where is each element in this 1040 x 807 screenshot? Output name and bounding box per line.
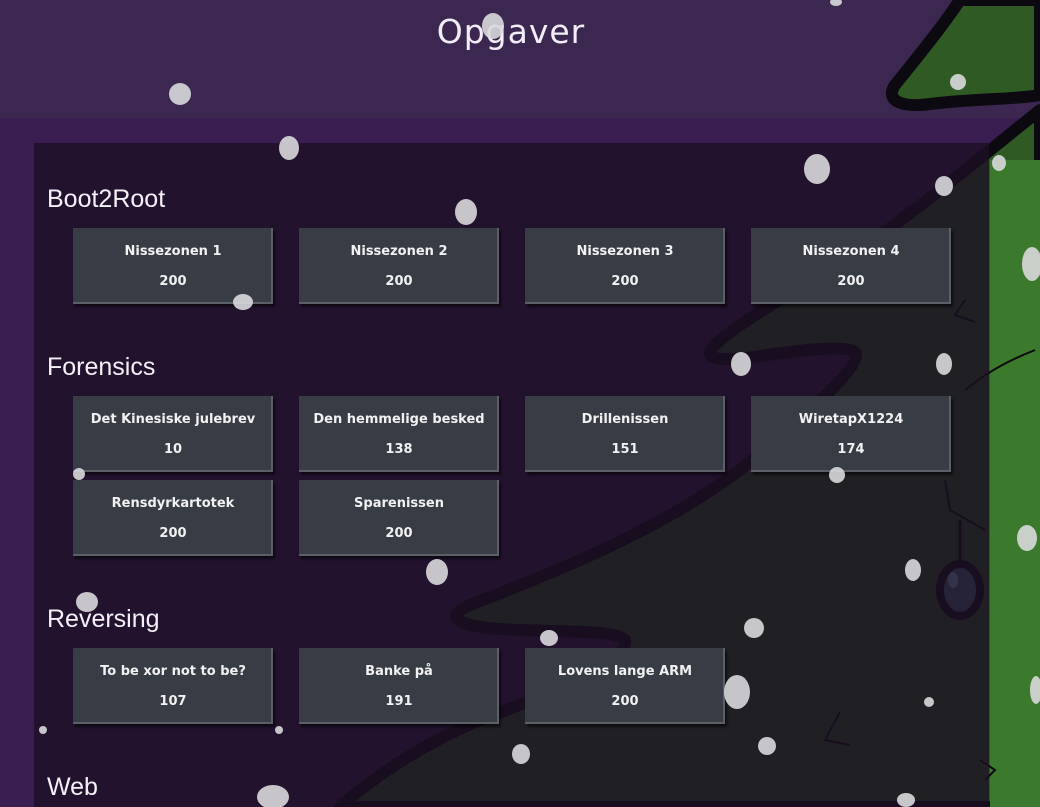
category-title-boot2root: Boot2Root [47,185,166,213]
challenge-points: 10 [163,442,183,457]
challenge-name: Drillenissen [581,412,669,427]
challenge-points: 200 [159,274,187,289]
challenge-points: 107 [159,694,187,709]
challenge-name: Nissezonen 4 [802,244,900,259]
page-title: Opgaver [436,12,586,51]
challenge-board: Boot2Root Nissezonen 1 200 Nissezonen 2 … [34,143,989,807]
challenge-card-nissezonen-3[interactable]: Nissezonen 3 200 [525,228,725,304]
challenge-points: 200 [385,526,413,541]
challenge-name: Sparenissen [354,496,444,511]
challenge-card-wiretapx1224[interactable]: WiretapX1224 174 [751,396,951,472]
challenge-points: 191 [385,694,413,709]
challenge-points: 200 [385,274,413,289]
category-title-forensics: Forensics [47,353,156,381]
challenge-card-to-be-xor-not-to-be[interactable]: To be xor not to be? 107 [73,648,273,724]
challenge-points: 138 [385,442,413,457]
category-title-reversing: Reversing [47,605,160,633]
challenge-card-det-kinesiske-julebrev[interactable]: Det Kinesiske julebrev 10 [73,396,273,472]
challenge-name: Den hemmelige besked [313,412,485,427]
challenge-name: Rensdyrkartotek [111,496,235,511]
challenge-points: 174 [837,442,865,457]
category-title-web: Web [47,773,98,801]
challenge-name: Lovens lange ARM [557,664,693,679]
challenge-points: 200 [159,526,187,541]
challenge-name: Nissezonen 2 [350,244,448,259]
challenge-name: Nissezonen 1 [124,244,222,259]
challenge-card-sparenissen[interactable]: Sparenissen 200 [299,480,499,556]
challenge-name: Banke på [365,664,433,679]
page-header: Opgaver [0,0,1040,115]
challenge-name: Det Kinesiske julebrev [90,412,256,427]
challenge-card-rensdyrkartotek[interactable]: Rensdyrkartotek 200 [73,480,273,556]
challenge-card-drillenissen[interactable]: Drillenissen 151 [525,396,725,472]
challenge-card-den-hemmelige-besked[interactable]: Den hemmelige besked 138 [299,396,499,472]
challenge-card-nissezonen-4[interactable]: Nissezonen 4 200 [751,228,951,304]
challenge-name: WiretapX1224 [798,412,904,427]
challenge-card-lovens-lange-arm[interactable]: Lovens lange ARM 200 [525,648,725,724]
challenge-card-nissezonen-1[interactable]: Nissezonen 1 200 [73,228,273,304]
challenge-points: 200 [837,274,865,289]
challenge-card-banke-pa[interactable]: Banke på 191 [299,648,499,724]
challenge-card-nissezonen-2[interactable]: Nissezonen 2 200 [299,228,499,304]
challenge-name: To be xor not to be? [100,664,246,679]
challenge-points: 200 [611,274,639,289]
challenge-points: 151 [611,442,639,457]
challenge-name: Nissezonen 3 [576,244,674,259]
challenge-points: 200 [611,694,639,709]
